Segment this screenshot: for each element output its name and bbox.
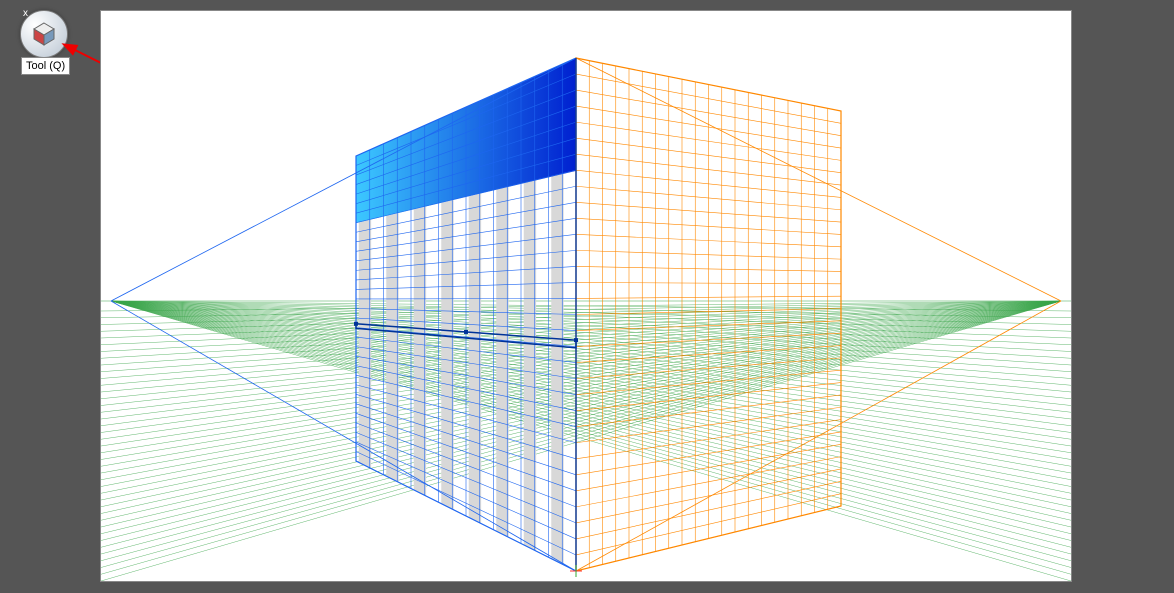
drawing-canvas[interactable] (100, 10, 1072, 582)
perspective-grid (101, 11, 1071, 581)
close-icon[interactable]: x (23, 9, 33, 19)
app-stage: x Tool (Q) chọn mặt vẽ hình (0, 0, 1174, 593)
